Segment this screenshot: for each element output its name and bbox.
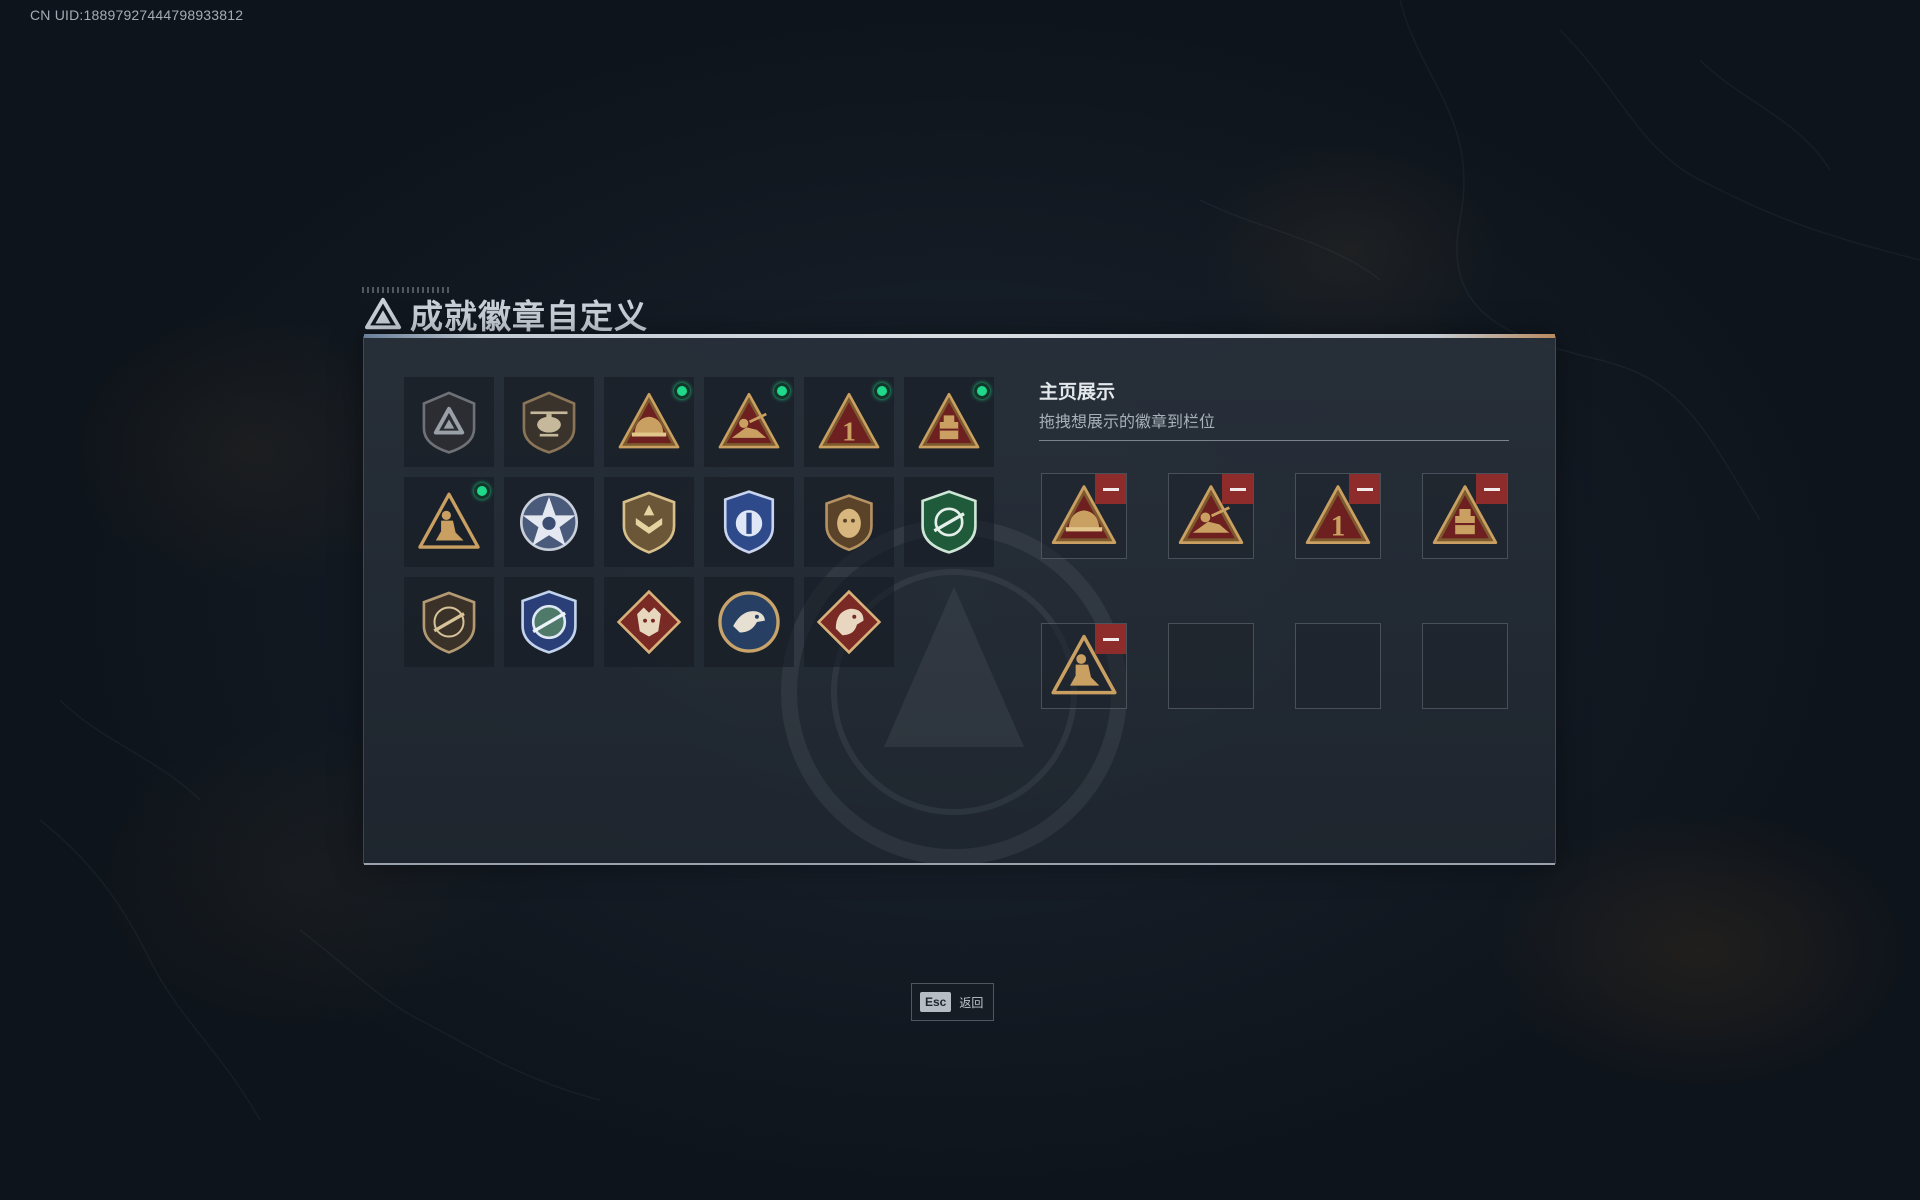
number-one-triangle-badge-icon: 1 [818,392,880,449]
remove-badge-button[interactable] [1349,474,1380,504]
showcase-slots: 1 [1041,473,1509,709]
badge-cell[interactable] [704,577,794,667]
page-title: 成就徽章自定义 [410,298,648,335]
new-indicator-dot [874,383,890,399]
panel-bottom-bar [364,863,1555,865]
remove-badge-button[interactable] [1095,474,1126,504]
showcase-slot[interactable] [1422,623,1508,709]
panel-top-bar [364,334,1555,338]
badge-cell[interactable] [604,377,694,467]
badge-cell[interactable]: 1 [804,377,894,467]
showcase-slot[interactable]: 1 [1295,473,1381,559]
wolf-diamond-badge-icon [616,589,682,655]
badge-cell[interactable] [804,577,894,667]
minus-icon [1483,487,1500,491]
badge-cell[interactable] [904,377,994,467]
star-wreath-badge-icon [519,492,579,552]
remove-badge-button[interactable] [1476,474,1507,504]
remove-badge-button[interactable] [1095,624,1126,654]
badge-cell[interactable] [704,377,794,467]
new-indicator-dot [974,383,990,399]
badge-customization-panel: 1 主页展示 拖拽想展示的徽章到栏位 1 [363,334,1556,865]
badge-cell[interactable] [404,477,494,567]
minus-icon [1102,487,1119,491]
showcase-divider [1039,440,1509,441]
lion-shield-badge-icon [825,494,873,552]
header-decoration [362,287,452,293]
helmet-triangle-badge-icon [618,392,680,449]
page-header: 成就徽章自定义 [362,287,648,338]
crate-triangle-badge-icon [918,392,980,449]
user-uid: CN UID:18897927444798933812 [30,7,244,23]
badge-cell[interactable] [404,577,494,667]
hex-triangle-badge-icon [422,391,476,454]
showcase-slot[interactable] [1041,473,1127,559]
eagle-roundel-badge-icon [718,591,780,653]
showcase-slot[interactable] [1168,473,1254,559]
badge-cell[interactable] [504,577,594,667]
blue-crosshair-badge-icon [521,590,577,654]
minus-icon [1229,487,1246,491]
badge-collection-grid: 1 [404,377,994,667]
new-indicator-dot [674,383,690,399]
soldier-crawl-triangle-badge-icon [718,392,780,449]
showcase-slot[interactable] [1295,623,1381,709]
rifle-shield-badge-icon [422,591,476,654]
badge-cell[interactable] [704,477,794,567]
svg-text:1: 1 [842,415,856,446]
badge-cell[interactable] [604,577,694,667]
showcase-title: 主页展示 [1039,382,1116,403]
back-label: 返回 [959,995,984,1010]
showcase-subtitle: 拖拽想展示的徽章到栏位 [1039,414,1216,431]
dragon-diamond-badge-icon [816,589,882,655]
badge-cell[interactable] [404,377,494,467]
showcase-slot[interactable] [1422,473,1508,559]
remove-badge-button[interactable] [1222,474,1253,504]
minus-icon [1102,637,1119,641]
new-indicator-dot [474,483,490,499]
new-indicator-dot [774,383,790,399]
badge-cell[interactable] [904,477,994,567]
badge-cell[interactable] [804,477,894,567]
badge-cell[interactable] [504,477,594,567]
chevron-shield-badge-icon [622,491,676,554]
green-crosshair-badge-icon [921,490,977,554]
badge-cell[interactable] [504,377,594,467]
showcase-slot[interactable] [1041,623,1127,709]
kneeling-soldier-triangle-badge-icon [418,492,480,549]
showcase-slot[interactable] [1168,623,1254,709]
blue-crest-badge-icon [723,490,775,554]
helicopter-badge-icon [522,391,576,454]
back-button[interactable]: Esc 返回 [911,983,994,1021]
triangle-logo-icon [364,297,402,330]
homepage-showcase: 主页展示 拖拽想展示的徽章到栏位 1 [1039,377,1509,709]
svg-text:1: 1 [1331,511,1346,543]
badge-cell[interactable] [604,477,694,567]
minus-icon [1356,487,1373,491]
esc-key-hint: Esc [920,992,952,1012]
